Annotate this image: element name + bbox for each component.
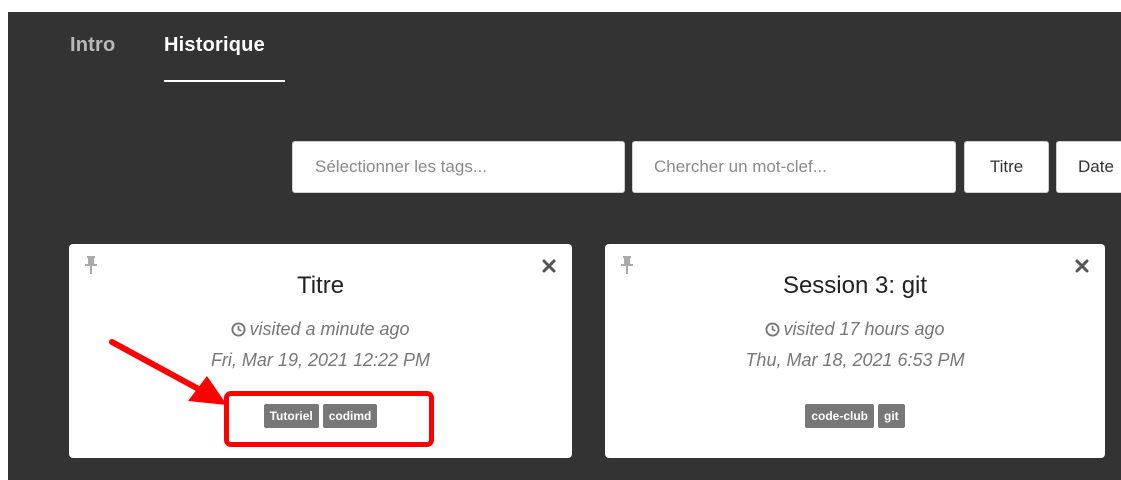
card-tags: code-club git bbox=[605, 404, 1105, 428]
history-page: Intro Historique Sélectionner les tags..… bbox=[8, 12, 1121, 480]
close-icon[interactable] bbox=[542, 259, 556, 273]
history-card[interactable]: Session 3: git visited 17 hours ago Thu,… bbox=[605, 244, 1105, 458]
annotation-highlight-box bbox=[224, 391, 434, 447]
close-icon[interactable] bbox=[1075, 259, 1089, 273]
tag[interactable]: git bbox=[878, 404, 905, 428]
tab-historique[interactable]: Historique bbox=[164, 34, 265, 57]
card-visited-text: visited 17 hours ago bbox=[783, 319, 945, 339]
card-date: Thu, Mar 18, 2021 6:53 PM bbox=[745, 350, 965, 370]
sort-by-date-button[interactable]: Date bbox=[1056, 141, 1121, 193]
tag[interactable]: code-club bbox=[805, 404, 874, 428]
card-visited-time: visited 17 hours ago bbox=[605, 319, 1105, 340]
card-title[interactable]: Session 3: git bbox=[605, 272, 1105, 300]
sort-by-title-button[interactable]: Titre bbox=[964, 141, 1049, 193]
card-date: Fri, Mar 19, 2021 12:22 PM bbox=[210, 350, 431, 370]
card-title[interactable]: Titre bbox=[69, 272, 572, 300]
clock-icon bbox=[765, 322, 780, 337]
card-visited-time: visited a minute ago bbox=[69, 319, 572, 340]
keyword-search-input[interactable]: Chercher un mot-clef... bbox=[632, 141, 956, 193]
active-tab-indicator bbox=[164, 80, 285, 82]
card-visited-text: visited a minute ago bbox=[249, 319, 410, 339]
tags-select-input[interactable]: Sélectionner les tags... bbox=[292, 141, 625, 193]
tab-intro[interactable]: Intro bbox=[70, 34, 115, 57]
clock-icon bbox=[231, 322, 246, 337]
